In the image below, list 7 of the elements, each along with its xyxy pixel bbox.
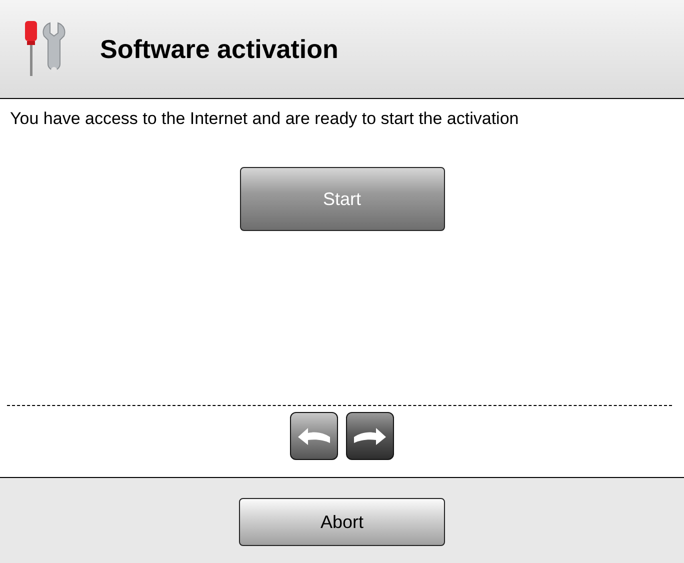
- status-message: You have access to the Internet and are ready to start the activation: [10, 109, 520, 129]
- window-title: Software activation: [100, 34, 338, 64]
- forward-button[interactable]: [346, 412, 394, 460]
- abort-button[interactable]: Abort: [239, 498, 445, 546]
- back-button[interactable]: [290, 412, 338, 460]
- forward-arrow-icon: [352, 425, 388, 447]
- back-arrow-icon: [296, 425, 332, 447]
